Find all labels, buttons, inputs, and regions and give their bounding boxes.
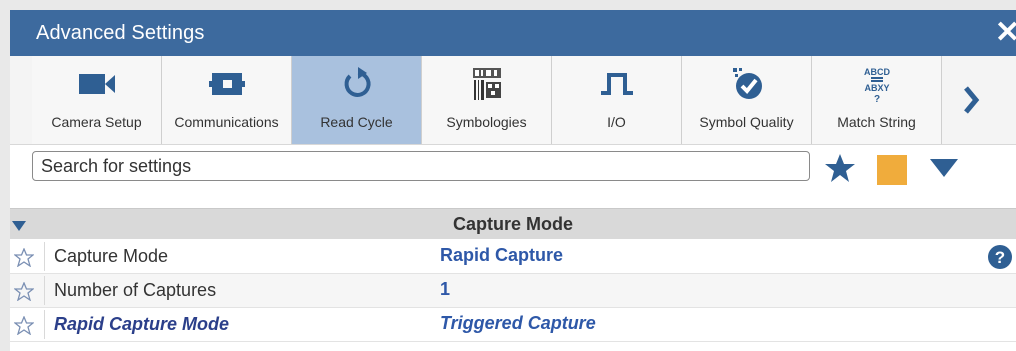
setting-row-capture-mode[interactable]: Capture Mode Rapid Capture ? <box>10 240 1016 274</box>
favorite-star-outline-icon[interactable] <box>13 247 35 272</box>
toolbar-communications-button[interactable]: Communications <box>162 56 292 144</box>
svg-text:?: ? <box>995 248 1005 267</box>
toolbar-read-cycle-button[interactable]: Read Cycle <box>292 56 422 144</box>
toolbar-item-label: Match String <box>837 114 916 130</box>
search-row <box>10 145 1016 193</box>
svg-text:ABXY: ABXY <box>864 83 889 93</box>
toolbar-symbol-quality-button[interactable]: Symbol Quality <box>682 56 812 144</box>
title-bar: Advanced Settings ✕ <box>10 10 1016 56</box>
toolbar-symbologies-button[interactable]: Symbologies <box>422 56 552 144</box>
svg-text:ABCD: ABCD <box>864 67 890 77</box>
row-divider <box>44 242 45 271</box>
setting-value[interactable]: Triggered Capture <box>440 313 596 334</box>
favorite-star-outline-icon[interactable] <box>13 315 35 340</box>
match-string-icon: ABCD ABXY ? <box>859 64 895 104</box>
capture-mode-section-header[interactable]: Capture Mode <box>10 208 1016 239</box>
section-title: Capture Mode <box>452 214 573 234</box>
barcode-icon <box>471 64 503 104</box>
close-icon[interactable]: ✕ <box>995 18 1016 48</box>
row-divider <box>44 276 45 305</box>
toolbar-camera-setup-button[interactable]: Camera Setup <box>32 56 162 144</box>
toolbar-item-label: I/O <box>607 114 626 130</box>
setting-row-number-of-captures[interactable]: Number of Captures 1 <box>10 274 1016 308</box>
search-input[interactable] <box>32 151 810 181</box>
toolbar-io-button[interactable]: I/O <box>552 56 682 144</box>
settings-toolbar: Camera Setup Communications Read Cycle S… <box>10 56 1016 145</box>
advanced-settings-dialog: Advanced Settings ✕ Camera Setup Communi… <box>10 10 1016 351</box>
setting-row-rapid-capture-mode[interactable]: Rapid Capture Mode Triggered Capture <box>10 308 1016 342</box>
toolbar-item-label: Symbologies <box>446 114 527 130</box>
refresh-icon <box>340 64 374 104</box>
setting-name: Rapid Capture Mode <box>54 314 230 334</box>
plug-connector-icon <box>208 64 245 104</box>
toolbar-item-label: Symbol Quality <box>699 114 794 130</box>
toolbar-item-label: Camera Setup <box>51 114 142 130</box>
setting-name: Capture Mode <box>54 246 169 266</box>
favorites-star-icon[interactable] <box>824 153 856 188</box>
dropdown-triangle-icon[interactable] <box>929 158 959 183</box>
pulse-wave-icon <box>600 64 634 104</box>
orange-square-icon[interactable] <box>877 155 907 185</box>
setting-name: Number of Captures <box>54 280 217 300</box>
toolbar-left-padding <box>10 56 32 144</box>
favorite-star-outline-icon[interactable] <box>13 281 35 306</box>
toolbar-item-label: Communications <box>174 114 279 130</box>
setting-value[interactable]: 1 <box>440 279 450 300</box>
help-icon[interactable]: ? <box>988 245 1012 274</box>
quality-badge-icon <box>729 64 765 104</box>
video-camera-icon <box>77 64 117 104</box>
toolbar-item-label: Read Cycle <box>320 114 393 130</box>
setting-value[interactable]: Rapid Capture <box>440 245 563 266</box>
svg-text:?: ? <box>873 94 879 103</box>
row-divider <box>44 310 45 339</box>
toolbar-match-string-button[interactable]: ABCD ABXY ? Match String <box>812 56 942 144</box>
chevron-right-icon[interactable] <box>942 56 1000 144</box>
dialog-title: Advanced Settings <box>36 21 205 44</box>
